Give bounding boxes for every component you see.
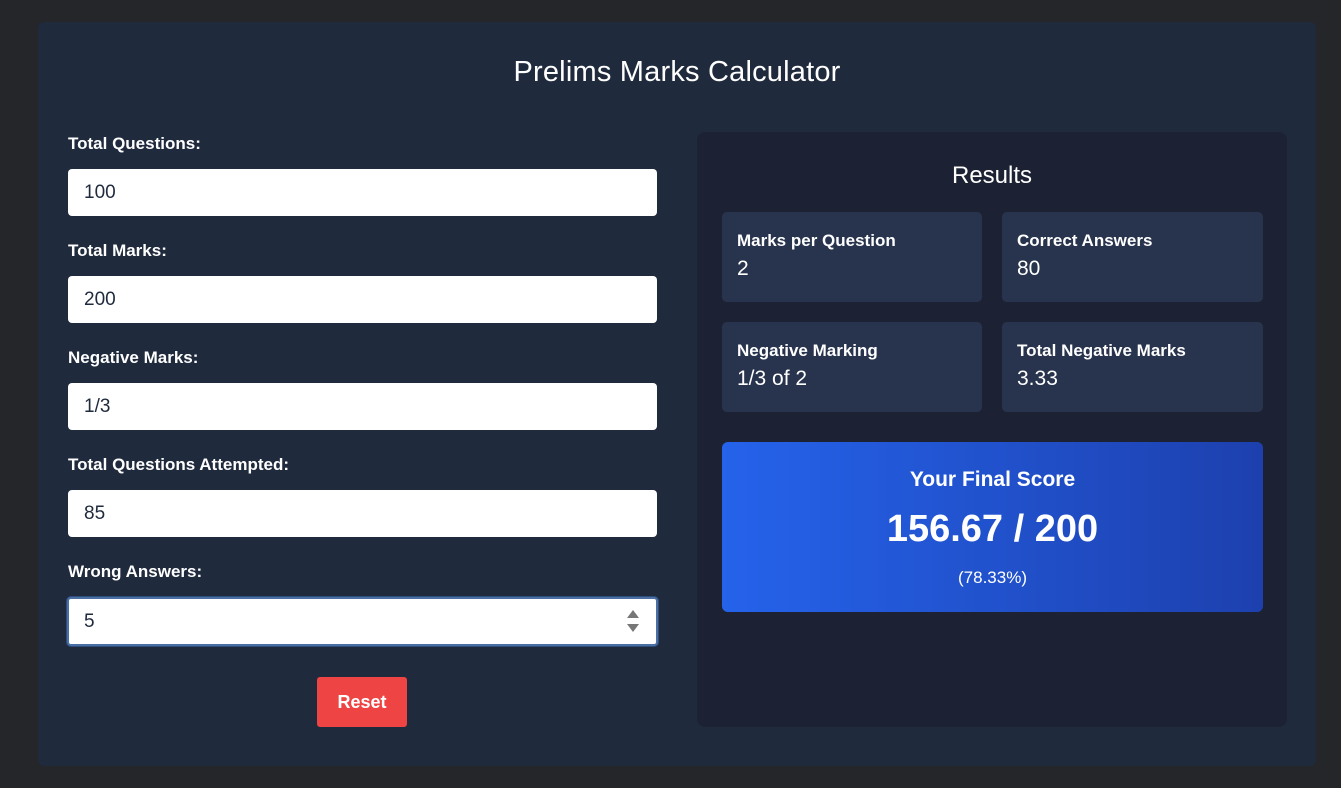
- marks-per-question-value: 2: [737, 257, 749, 280]
- input-form: Total Questions: Total Marks: Negative M…: [67, 134, 658, 727]
- negative-marking-label: Negative Marking: [737, 341, 878, 360]
- total-negative-marks-card: Total Negative Marks 3.33: [1002, 322, 1263, 412]
- correct-answers-card: Correct Answers 80: [1002, 212, 1263, 302]
- total-questions-label: Total Questions:: [68, 134, 201, 153]
- correct-answers-label: Correct Answers: [1017, 231, 1153, 250]
- spinner-arrows-icon[interactable]: [627, 608, 639, 634]
- wrong-answers-label: Wrong Answers:: [68, 562, 203, 581]
- final-score-percent: (78.33%): [958, 568, 1027, 587]
- final-score-value: 156.67 / 200: [886, 508, 1099, 550]
- reset-button[interactable]: Reset: [317, 677, 407, 727]
- total-negative-marks-value: 3.33: [1017, 367, 1058, 390]
- marks-per-question-card: Marks per Question 2: [722, 212, 982, 302]
- questions-attempted-label: Total Questions Attempted:: [68, 455, 289, 474]
- negative-marking-card: Negative Marking 1/3 of 2: [722, 322, 982, 412]
- correct-answers-value: 80: [1017, 257, 1041, 280]
- negative-marks-input[interactable]: [68, 383, 657, 430]
- marks-per-question-label: Marks per Question: [737, 231, 896, 250]
- total-questions-input[interactable]: [68, 169, 657, 216]
- calculator-panel: Prelims Marks Calculator Total Questions…: [38, 22, 1316, 766]
- spin-down-icon[interactable]: [627, 624, 639, 632]
- final-score-card: Your Final Score 156.67 / 200 (78.33%): [722, 442, 1263, 612]
- wrong-answers-field: [67, 597, 658, 646]
- negative-marks-label: Negative Marks:: [68, 348, 199, 367]
- negative-marking-value: 1/3 of 2: [737, 367, 808, 390]
- results-title: Results: [951, 162, 1033, 189]
- page-title: Prelims Marks Calculator: [513, 56, 841, 88]
- total-marks-label: Total Marks:: [68, 241, 167, 260]
- total-marks-input[interactable]: [68, 276, 657, 323]
- wrong-answers-input[interactable]: [67, 597, 658, 646]
- questions-attempted-input[interactable]: [68, 490, 657, 537]
- results-panel: Results Marks per Question 2 Correct Ans…: [697, 132, 1287, 727]
- final-score-title: Your Final Score: [909, 468, 1076, 491]
- spin-up-icon[interactable]: [627, 610, 639, 618]
- total-negative-marks-label: Total Negative Marks: [1017, 341, 1186, 360]
